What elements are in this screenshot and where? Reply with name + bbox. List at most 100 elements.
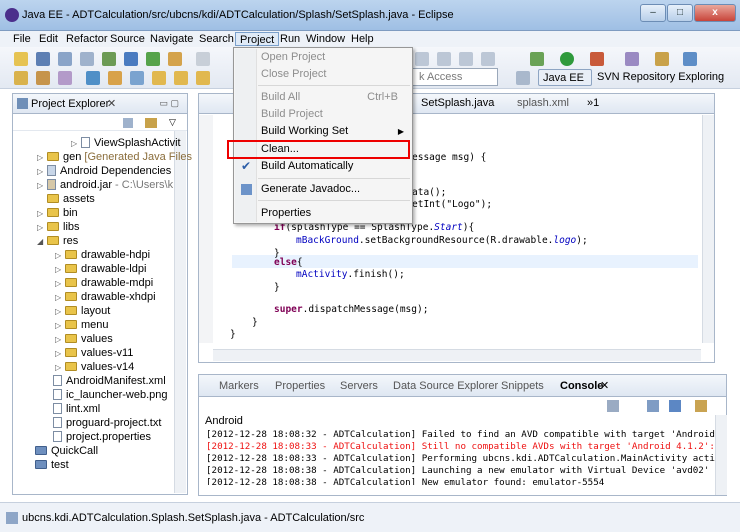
menu-navigate[interactable]: Navigate	[146, 32, 197, 46]
collapse-all-icon[interactable]	[123, 118, 133, 128]
menu-run[interactable]: Run	[276, 32, 304, 46]
tab-setsplash[interactable]: SetSplash.java	[421, 97, 494, 109]
menu-build-working-set[interactable]: Build Working Set ▶	[235, 123, 412, 140]
tree-item-assets[interactable]: assets	[47, 192, 95, 206]
menu-project[interactable]: Project	[235, 32, 280, 46]
tree-item-android-jar[interactable]: ▷ android.jar - C:\Users\k	[37, 178, 173, 192]
forward-icon[interactable]	[174, 71, 188, 85]
globe-icon[interactable]	[86, 71, 100, 85]
minimize-button[interactable]: –	[640, 4, 666, 22]
tree-item-bin[interactable]: ▷ bin	[37, 206, 78, 220]
external-tools-icon[interactable]	[590, 52, 604, 66]
tree-item-menu[interactable]: ▷ menu	[55, 318, 109, 332]
menu-build-all[interactable]: Build All Ctrl+B	[235, 89, 412, 106]
build-icon[interactable]	[102, 52, 116, 66]
open-task-icon[interactable]	[36, 71, 50, 85]
perspective-java-ee[interactable]: Java EE	[538, 69, 592, 86]
tree-item-android-deps[interactable]: ▷ Android Dependencies	[37, 164, 171, 178]
minimize-view-icon[interactable]: ▭ ▢	[159, 98, 179, 109]
run-icon[interactable]	[560, 52, 574, 66]
menu-source[interactable]: Source	[106, 32, 149, 46]
open-console-icon[interactable]	[695, 400, 707, 412]
tree-item-values[interactable]: ▷ values	[55, 332, 113, 346]
pin-console-icon[interactable]	[647, 400, 659, 412]
menu-window[interactable]: Window	[302, 32, 349, 46]
clear-console-icon[interactable]	[607, 400, 619, 412]
menu-open-project[interactable]: Open Project	[235, 49, 412, 66]
tree-item-gen[interactable]: ▷ gen [Generated Java Files	[37, 150, 192, 164]
search-icon[interactable]	[58, 71, 72, 85]
open-type-2-icon[interactable]	[655, 52, 669, 66]
view-menu-icon[interactable]: ▽	[169, 117, 176, 128]
display-console-icon[interactable]	[669, 400, 681, 412]
tab-data-source-explorer[interactable]: Data Source Explorer	[393, 380, 498, 392]
close-tab-icon[interactable]: ✕	[107, 97, 116, 110]
menu-file[interactable]: File	[9, 32, 35, 46]
perspective-svn[interactable]: SVN Repository Exploring	[597, 71, 724, 83]
tree-item-proguard[interactable]: proguard-project.txt	[53, 416, 161, 430]
tree-item-drawable-mdpi[interactable]: ▷ drawable-mdpi	[55, 276, 153, 290]
quick-access-input[interactable]: k Access	[412, 68, 498, 86]
menu-build-automatically[interactable]: ✔ Build Automatically	[235, 158, 412, 175]
perspective-switch-icon[interactable]	[516, 71, 530, 85]
save-all-icon[interactable]	[58, 52, 72, 66]
shift-icon[interactable]	[481, 52, 495, 66]
indent-icon[interactable]	[459, 52, 473, 66]
close-console-icon[interactable]: ✕	[600, 379, 609, 392]
tree-item-values-v14[interactable]: ▷ values-v14	[55, 360, 134, 374]
tree-item-ic-launcher[interactable]: ic_launcher-web.png	[53, 388, 168, 402]
tree-item-project-properties[interactable]: project.properties	[53, 430, 151, 444]
tree-item-quickcall[interactable]: QuickCall	[35, 444, 98, 458]
last-edit-icon[interactable]	[196, 71, 210, 85]
menu-edit[interactable]: Edit	[35, 32, 62, 46]
sdk-icon[interactable]	[124, 52, 138, 66]
tool-icon[interactable]	[196, 52, 210, 66]
tree-item-drawable-xhdpi[interactable]: ▷ drawable-xhdpi	[55, 290, 156, 304]
menu-search[interactable]: Search	[195, 32, 238, 46]
editor-hscrollbar[interactable]	[213, 349, 701, 361]
new-server-icon[interactable]	[625, 52, 639, 66]
annotation-icon[interactable]	[108, 71, 122, 85]
menu-build-project[interactable]: Build Project	[235, 106, 412, 123]
menu-close-project[interactable]: Close Project	[235, 66, 412, 83]
tab-servers[interactable]: Servers	[340, 380, 378, 392]
tree-item-drawable-ldpi[interactable]: ▷ drawable-ldpi	[55, 262, 146, 276]
debug-icon[interactable]	[530, 52, 544, 66]
tree-item-layout[interactable]: ▷ layout	[55, 304, 110, 318]
save-icon[interactable]	[36, 52, 50, 66]
tree-item-test[interactable]: test	[35, 458, 69, 472]
tab-console[interactable]: Console	[560, 380, 603, 392]
maximize-button[interactable]: □	[667, 4, 693, 22]
next-annotation-icon[interactable]	[130, 71, 144, 85]
project-explorer-tab[interactable]: Project Explorer ✕ ▭ ▢	[13, 94, 187, 114]
console-scrollbar[interactable]	[715, 415, 727, 495]
avd-icon[interactable]	[146, 52, 160, 66]
tree-item-viewsplash[interactable]: ▷ ViewSplashActivit	[71, 136, 181, 150]
tree-item-values-v11[interactable]: ▷ values-v11	[55, 346, 133, 360]
format-icon[interactable]	[415, 52, 429, 66]
tree-item-res[interactable]: ◢ res	[37, 234, 78, 248]
menu-refactor[interactable]: Refactor	[62, 32, 112, 46]
menu-help[interactable]: Help	[347, 32, 378, 46]
menu-generate-javadoc[interactable]: Generate Javadoc...	[235, 181, 412, 198]
close-button[interactable]: x	[694, 4, 736, 22]
tree-item-drawable-hdpi[interactable]: ▷ drawable-hdpi	[55, 248, 150, 262]
tree-item-lint[interactable]: lint.xml	[53, 402, 100, 416]
explorer-scrollbar[interactable]	[174, 131, 186, 493]
tab-markers[interactable]: Markers	[219, 380, 259, 392]
editor-vscrollbar[interactable]	[702, 115, 714, 343]
open-perspective-icon[interactable]	[683, 52, 697, 66]
menu-properties[interactable]: Properties	[235, 205, 412, 222]
print-icon[interactable]	[80, 52, 94, 66]
lint-icon[interactable]	[168, 52, 182, 66]
tab-properties[interactable]: Properties	[275, 380, 325, 392]
tree-item-libs[interactable]: ▷ libs	[37, 220, 80, 234]
back-icon[interactable]	[152, 71, 166, 85]
tree-item-manifest[interactable]: AndroidManifest.xml	[53, 374, 166, 388]
open-type-icon[interactable]	[14, 71, 28, 85]
new-icon[interactable]	[14, 52, 28, 66]
tab-splash-xml[interactable]: splash.xml	[517, 97, 569, 109]
tab-snippets[interactable]: Snippets	[501, 380, 544, 392]
link-editor-icon[interactable]	[145, 118, 157, 128]
tab-overflow[interactable]: »1	[587, 97, 599, 109]
